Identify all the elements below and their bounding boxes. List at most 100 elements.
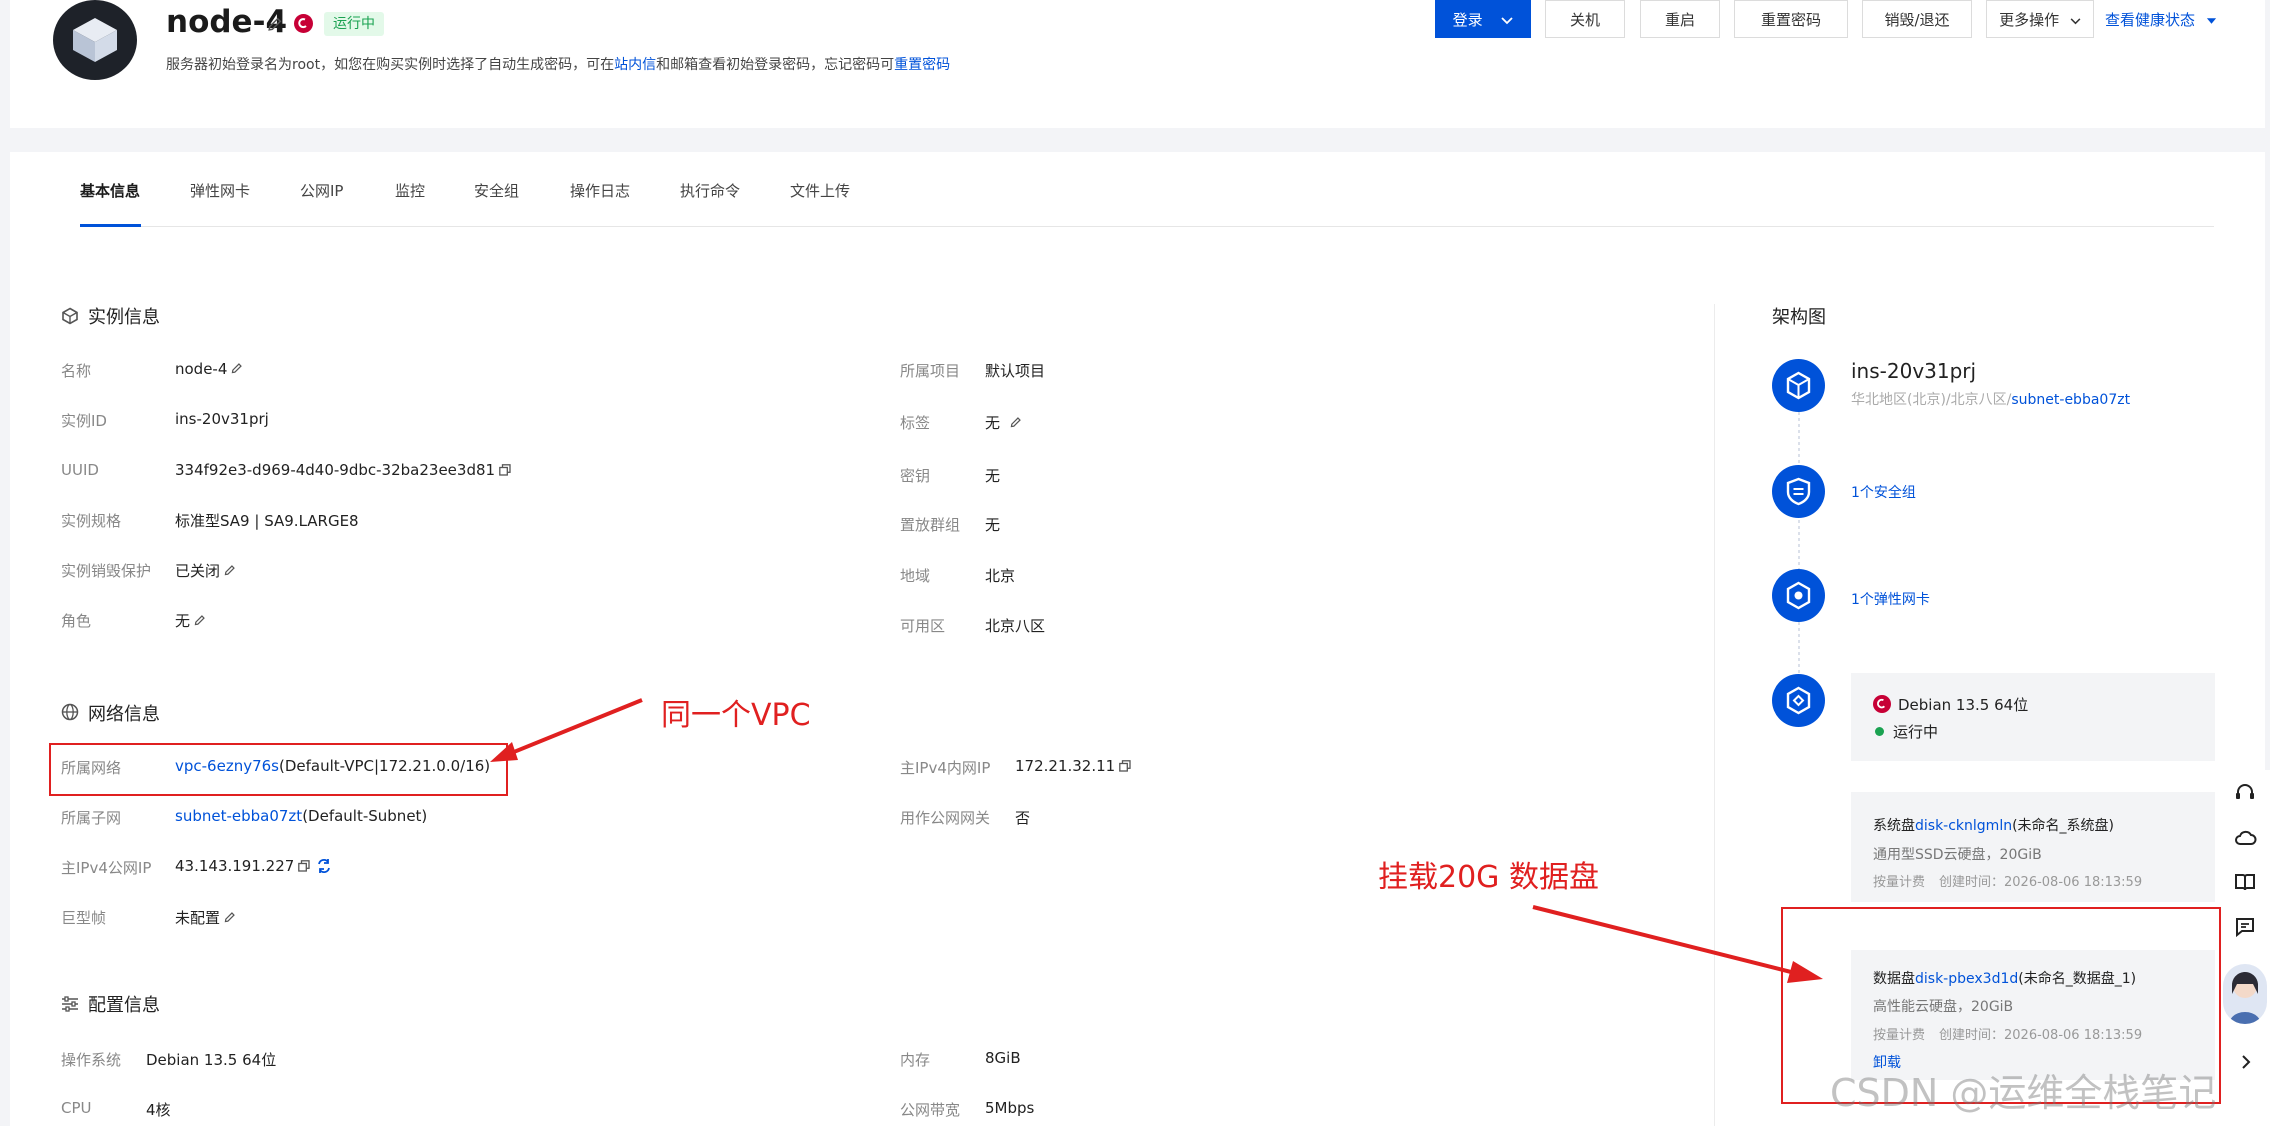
architecture-title: 架构图 [1772,307,1826,328]
field-label: 置放群组 [900,516,961,534]
tab-run-command[interactable]: 执行命令 [680,180,740,201]
field-label: 实例ID [61,412,107,430]
field-label: 实例规格 [61,512,122,530]
zone-value: 北京八区 [985,617,1046,635]
floating-toolbar [2222,770,2270,1126]
field-label: 内存 [900,1051,931,1069]
project-value: 默认项目 [985,362,1046,380]
edit-icon[interactable] [193,614,206,627]
chevron-right-icon[interactable] [2239,1054,2253,1070]
field-label: 地域 [900,567,931,585]
private-ip-value: 172.21.32.11 [1015,757,1131,775]
destroy-button[interactable]: 销毁/退还 [1862,0,1972,38]
swap-ip-icon[interactable] [316,858,332,874]
reset-password-link[interactable]: 重置密码 [894,57,950,73]
tab-public-ip[interactable]: 公网IP [300,180,343,201]
debian-logo-icon [1873,695,1891,713]
book-icon[interactable] [2233,870,2257,894]
chevron-down-icon [1501,17,1514,25]
field-label: 巨型帧 [61,909,107,927]
field-label: UUID [61,461,99,479]
system-disk-meta: 按量计费 创建时间：2026-08-06 18:13:59 [1873,875,2143,890]
field-label: 所属子网 [61,809,122,827]
os-card [1851,673,2215,761]
instance-section-icon [62,307,78,325]
restart-button[interactable]: 重启 [1640,0,1720,38]
field-label: 标签 [900,414,931,432]
tag-value: 无 [985,412,1022,433]
status-badge: 运行中 [324,12,384,36]
security-group-link[interactable]: 1个安全组 [1851,482,1916,502]
instance-id-value: ins-20v31prj [175,410,269,428]
inbox-link[interactable]: 站内信 [614,57,656,73]
os-value: Debian 13.5 64位 [146,1051,277,1069]
system-disk-link[interactable]: disk-cknlgmln [1915,818,2012,834]
edit-icon[interactable] [1009,416,1022,429]
system-disk-title: 系统盘disk-cknlgmln(未命名_系统盘) [1873,818,2115,834]
role-value: 无 [175,610,206,631]
caret-down-icon [2206,18,2216,24]
region-value: 北京 [985,567,1016,585]
tab-eni[interactable]: 弹性网卡 [190,180,250,201]
eni-link[interactable]: 1个弹性网卡 [1851,589,1930,609]
field-label: 实例销毁保护 [61,562,152,580]
cloud-icon[interactable] [2233,826,2257,850]
field-label: 主IPv4公网IP [61,859,152,877]
tab-security-group[interactable]: 安全组 [474,180,519,201]
vpc-annotation-arrow [490,698,643,762]
field-label: 用作公网网关 [900,809,991,827]
field-label: 公网带宽 [900,1101,961,1119]
subnet-link[interactable]: subnet-ebba07zt [175,807,302,825]
edit-icon[interactable] [230,362,243,375]
instance-type-value: 标准型SA9 | SA9.LARGE8 [175,512,359,530]
placement-group-value: 无 [985,516,1001,534]
field-label: 主IPv4内网IP [900,759,991,777]
uuid-value: 334f92e3-d969-4d40-9dbc-32ba23ee3d81 [175,461,511,479]
field-label: 密钥 [900,467,931,485]
public-ip-value: 43.143.191.227 [175,857,332,875]
edit-icon[interactable] [223,564,236,577]
shutdown-button[interactable]: 关机 [1545,0,1625,38]
field-label: 可用区 [900,617,946,635]
arch-instance-id: ins-20v31prj [1851,359,1977,383]
message-icon[interactable] [2233,915,2257,939]
headset-icon[interactable] [2233,781,2257,805]
login-button[interactable]: 登录 [1435,0,1531,38]
jumbo-frame-value: 未配置 [175,907,236,928]
column-divider [1714,304,1715,1126]
arch-region: 华北地区(北京)/北京八区/subnet-ebba07zt [1851,392,2131,408]
instance-node-icon [1772,359,1825,412]
disk-annotation-arrow [1532,905,1823,983]
chevron-down-icon [2070,18,2081,25]
subnet-value: subnet-ebba07zt(Default-Subnet) [175,807,428,825]
network-section-title: 网络信息 [88,704,160,725]
edit-title-icon[interactable] [266,16,283,33]
more-actions-button[interactable]: 更多操作 [1986,0,2094,38]
destroy-protection-value: 已关闭 [175,560,236,581]
tab-monitoring[interactable]: 监控 [395,180,425,201]
sliders-icon [62,996,78,1012]
copy-icon[interactable] [1119,760,1131,772]
arch-subnet-link[interactable]: subnet-ebba07zt [2011,392,2130,408]
copy-icon[interactable] [298,860,310,872]
system-disk-type: 通用型SSD云硬盘，20GiB [1873,847,2042,863]
tab-active-indicator [80,224,141,227]
reset-password-button[interactable]: 重置密码 [1734,0,1848,38]
instance-section-title: 实例信息 [88,307,160,328]
tab-operation-log[interactable]: 操作日志 [570,180,630,201]
config-section-title: 配置信息 [88,995,160,1016]
field-label: 所属项目 [900,362,961,380]
tab-file-upload[interactable]: 文件上传 [790,180,850,201]
copy-icon[interactable] [499,464,511,476]
tab-basic-info[interactable]: 基本信息 [80,180,140,201]
disk-annotation-text: 挂载20G 数据盘 [1378,860,1599,895]
os-name: Debian 13.5 64位 [1898,696,2029,714]
vpc-annotation-text: 同一个VPC [661,698,811,733]
eni-node-icon [1772,569,1825,622]
instance-avatar [53,0,137,80]
assistant-avatar[interactable] [2223,964,2267,1024]
public-gateway-value: 否 [1015,809,1031,827]
debian-logo-icon [294,14,313,33]
edit-icon[interactable] [223,911,236,924]
health-status-link[interactable]: 查看健康状态 [2105,9,2217,30]
